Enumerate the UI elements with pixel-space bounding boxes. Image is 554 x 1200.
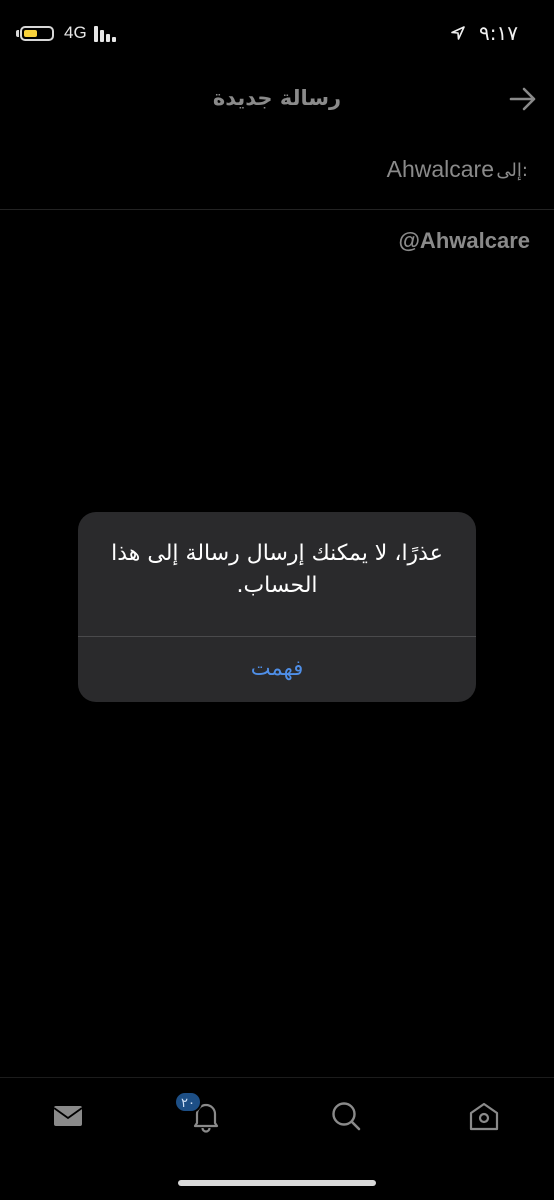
profile-handle: @Ahwalcare xyxy=(398,228,530,253)
home-indicator[interactable] xyxy=(178,1180,376,1186)
alert-dialog: عذرًا، لا يمكنك إرسال رسالة إلى هذا الحس… xyxy=(78,512,476,702)
location-arrow-icon xyxy=(451,26,465,40)
notification-badge: ٢٠ xyxy=(174,1091,202,1113)
network-type: 4G xyxy=(64,23,87,42)
battery-icon xyxy=(20,26,54,41)
signal-icon xyxy=(94,26,124,42)
recipient-row[interactable]: إلى: Ahwalcare xyxy=(0,144,554,208)
header: رسالة جديدة xyxy=(0,72,554,128)
clock: ٩:١٧ xyxy=(479,21,518,45)
tab-home[interactable] xyxy=(464,1096,504,1136)
battery-level xyxy=(24,30,37,37)
divider xyxy=(0,209,554,210)
alert-message: عذرًا، لا يمكنك إرسال رسالة إلى هذا الحس… xyxy=(111,541,443,598)
page-title: رسالة جديدة xyxy=(212,86,342,110)
envelope-icon xyxy=(53,1106,83,1126)
screen: 4G ٩:١٧ رسالة جديدة إلى: Ahwalcare @Ahwa… xyxy=(0,0,554,1200)
recipient-value: Ahwalcare xyxy=(386,156,494,182)
back-button[interactable] xyxy=(506,84,540,114)
arrow-right-icon xyxy=(509,87,536,111)
tab-messages[interactable] xyxy=(48,1096,88,1136)
home-icon xyxy=(469,1102,499,1131)
recipient-label: إلى: xyxy=(496,160,528,181)
alert-ok-button[interactable]: فهمت xyxy=(78,637,476,702)
search-icon xyxy=(332,1102,361,1131)
battery-nub xyxy=(16,30,19,37)
tab-search[interactable] xyxy=(326,1096,366,1136)
status-bar: 4G ٩:١٧ xyxy=(0,0,554,66)
